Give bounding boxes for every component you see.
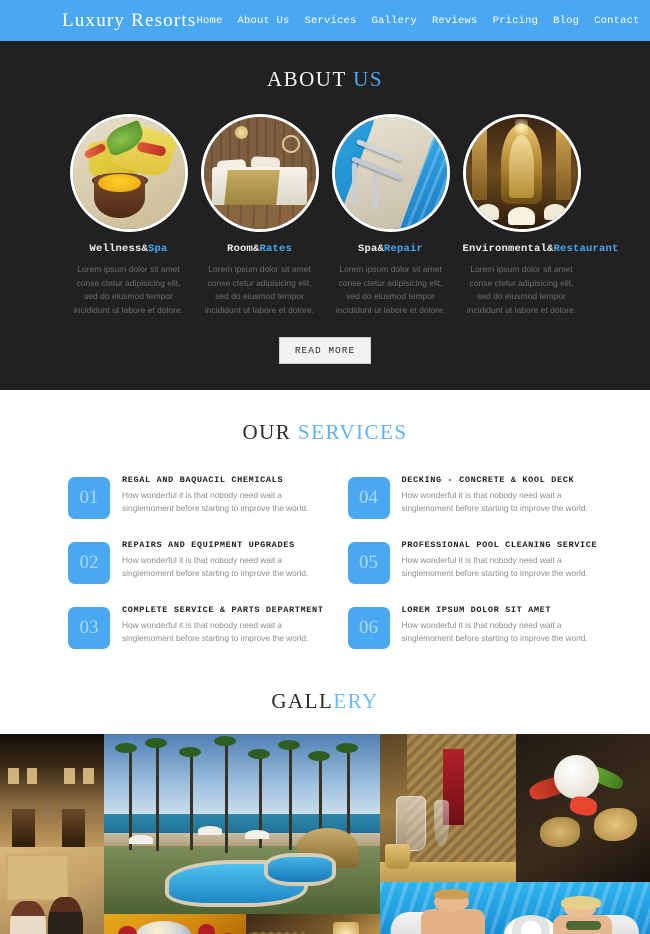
- about-card-title: Spa&Repair: [332, 243, 450, 255]
- about-card-title-part1: Spa&: [357, 243, 384, 255]
- about-card-title: Wellness&Spa: [70, 243, 188, 255]
- read-more-container: READ MORE: [0, 337, 650, 365]
- nav-item-services[interactable]: Services: [305, 15, 357, 27]
- services-title-part2: SERVICES: [298, 420, 408, 445]
- gourmet-salad-image[interactable]: [516, 734, 650, 883]
- service-title: LOREM IPSUM DOLOR SIT AMET: [401, 605, 552, 616]
- nav-item-pricing[interactable]: Pricing: [493, 15, 539, 27]
- ornate-restaurant-interior-image[interactable]: [462, 114, 581, 232]
- nav-item-gallery[interactable]: Gallery: [372, 15, 418, 27]
- warm-interior-lamp-image[interactable]: [246, 914, 380, 934]
- service-description: How wonderful it is that nobody need wai…: [401, 555, 588, 578]
- gallery-title-part1: GALL: [271, 689, 334, 714]
- site-logo[interactable]: Luxury Resorts: [62, 10, 196, 32]
- about-card-title: Environmental&Restaurant: [462, 243, 619, 255]
- about-title-part1: ABOUT: [266, 67, 347, 91]
- service-description: How wonderful it is that nobody need wai…: [401, 620, 588, 643]
- service-title: REPAIRS AND EQUIPMENT UPGRADES: [122, 540, 295, 551]
- decorative-plates-image[interactable]: [104, 914, 246, 934]
- about-card-room-rates[interactable]: Room&Rates Lorem ipsum dolor sit amet co…: [200, 114, 319, 317]
- service-description: How wonderful it is that nobody need wai…: [122, 555, 309, 578]
- about-card-spa-repair[interactable]: Spa&Repair Lorem ipsum dolor sit amet co…: [331, 114, 450, 317]
- service-title: REGAL AND BAQUACIL CHEMICALS: [122, 475, 284, 486]
- about-card-title-part2: Repair: [384, 243, 424, 255]
- service-number-badge: 04: [347, 477, 390, 520]
- services-grid: 01 REGAL AND BAQUACIL CHEMICALS How wond…: [0, 475, 650, 650]
- service-number-badge: 06: [347, 607, 390, 650]
- services-title-part1: OUR: [242, 420, 292, 445]
- service-item-05[interactable]: 05 PROFESSIONAL POOL CLEANING SERVICE Ho…: [347, 540, 598, 585]
- service-item-04[interactable]: 04 DECKING - CONCRETE & KOOL DECK How wo…: [347, 475, 598, 520]
- service-description: How wonderful it is that nobody need wai…: [401, 490, 588, 513]
- service-number-badge: 01: [68, 477, 110, 520]
- gallery-section-title: GALLERY: [0, 689, 650, 714]
- hotel-bedroom-image[interactable]: [200, 114, 319, 232]
- service-title: PROFESSIONAL POOL CLEANING SERVICE: [401, 540, 598, 551]
- services-section-title: OUR SERVICES: [0, 420, 650, 445]
- about-section: ABOUT US Wellness&Spa Lorem ipsum dolor …: [0, 45, 650, 391]
- food-plate-image[interactable]: [69, 114, 188, 232]
- gallery-grid: [0, 734, 650, 934]
- service-item-03[interactable]: 03 COMPLETE SERVICE & PARTS DEPARTMENT H…: [68, 605, 324, 650]
- about-card-title-part2: Restaurant: [553, 243, 619, 255]
- gallery-header: GALLERY: [0, 667, 650, 735]
- service-number-badge: 05: [347, 542, 390, 585]
- service-number-badge: 03: [68, 607, 110, 650]
- gallery-title-part2: ERY: [333, 689, 379, 714]
- swimming-pool-ladder-image[interactable]: [331, 114, 450, 232]
- about-card-wellness-spa[interactable]: Wellness&Spa Lorem ipsum dolor sit amet …: [69, 114, 188, 317]
- beach-resort-pool-image[interactable]: [104, 734, 380, 915]
- services-section: OUR SERVICES 01 REGAL AND BAQUACIL CHEMI…: [0, 390, 650, 668]
- about-card-environmental-restaurant[interactable]: Environmental&Restaurant Lorem ipsum dol…: [462, 114, 619, 317]
- service-item-02[interactable]: 02 REPAIRS AND EQUIPMENT UPGRADES How wo…: [68, 540, 324, 585]
- about-card-title-part1: Room&: [226, 243, 260, 255]
- about-cards: Wellness&Spa Lorem ipsum dolor sit amet …: [0, 114, 650, 317]
- about-card-body: Lorem ipsum dolor sit amet conse ctetur …: [335, 264, 446, 315]
- service-description: How wonderful it is that nobody need wai…: [122, 620, 309, 643]
- nav-item-about-us[interactable]: About Us: [238, 15, 290, 27]
- about-card-title: Room&Rates: [201, 243, 319, 255]
- nav-item-contact[interactable]: Contact: [594, 15, 640, 27]
- service-title: COMPLETE SERVICE & PARTS DEPARTMENT: [122, 605, 324, 616]
- site-header: Luxury Resorts Home About Us Services Ga…: [0, 0, 650, 41]
- about-card-title-part1: Environmental&: [462, 243, 554, 255]
- nav-item-reviews[interactable]: Reviews: [432, 15, 478, 27]
- hotel-facade-entrance-image[interactable]: [0, 734, 104, 848]
- couple-in-lobby-image[interactable]: [0, 847, 104, 934]
- main-navigation: Home About Us Services Gallery Reviews P…: [196, 15, 650, 27]
- couple-on-pool-floats-image[interactable]: [380, 882, 650, 934]
- service-title: DECKING - CONCRETE & KOOL DECK: [401, 475, 575, 486]
- about-section-title: ABOUT US: [0, 67, 650, 92]
- read-more-button[interactable]: READ MORE: [278, 337, 372, 365]
- service-number-badge: 02: [68, 542, 110, 585]
- nav-item-home[interactable]: Home: [196, 15, 222, 27]
- service-item-06[interactable]: 06 LOREM IPSUM DOLOR SIT AMET How wonder…: [347, 605, 598, 650]
- about-card-title-part1: Wellness&: [89, 243, 148, 255]
- about-card-body: Lorem ipsum dolor sit amet conse ctetur …: [466, 264, 577, 315]
- about-title-part2: US: [353, 67, 384, 91]
- about-card-title-part2: Spa: [148, 243, 168, 255]
- nav-item-blog[interactable]: Blog: [553, 15, 579, 27]
- about-card-body: Lorem ipsum dolor sit amet conse ctetur …: [204, 264, 315, 315]
- about-card-title-part2: Rates: [259, 243, 293, 255]
- about-card-body: Lorem ipsum dolor sit amet conse ctetur …: [73, 264, 184, 315]
- service-description: How wonderful it is that nobody need wai…: [122, 490, 309, 513]
- service-item-01[interactable]: 01 REGAL AND BAQUACIL CHEMICALS How wond…: [68, 475, 324, 520]
